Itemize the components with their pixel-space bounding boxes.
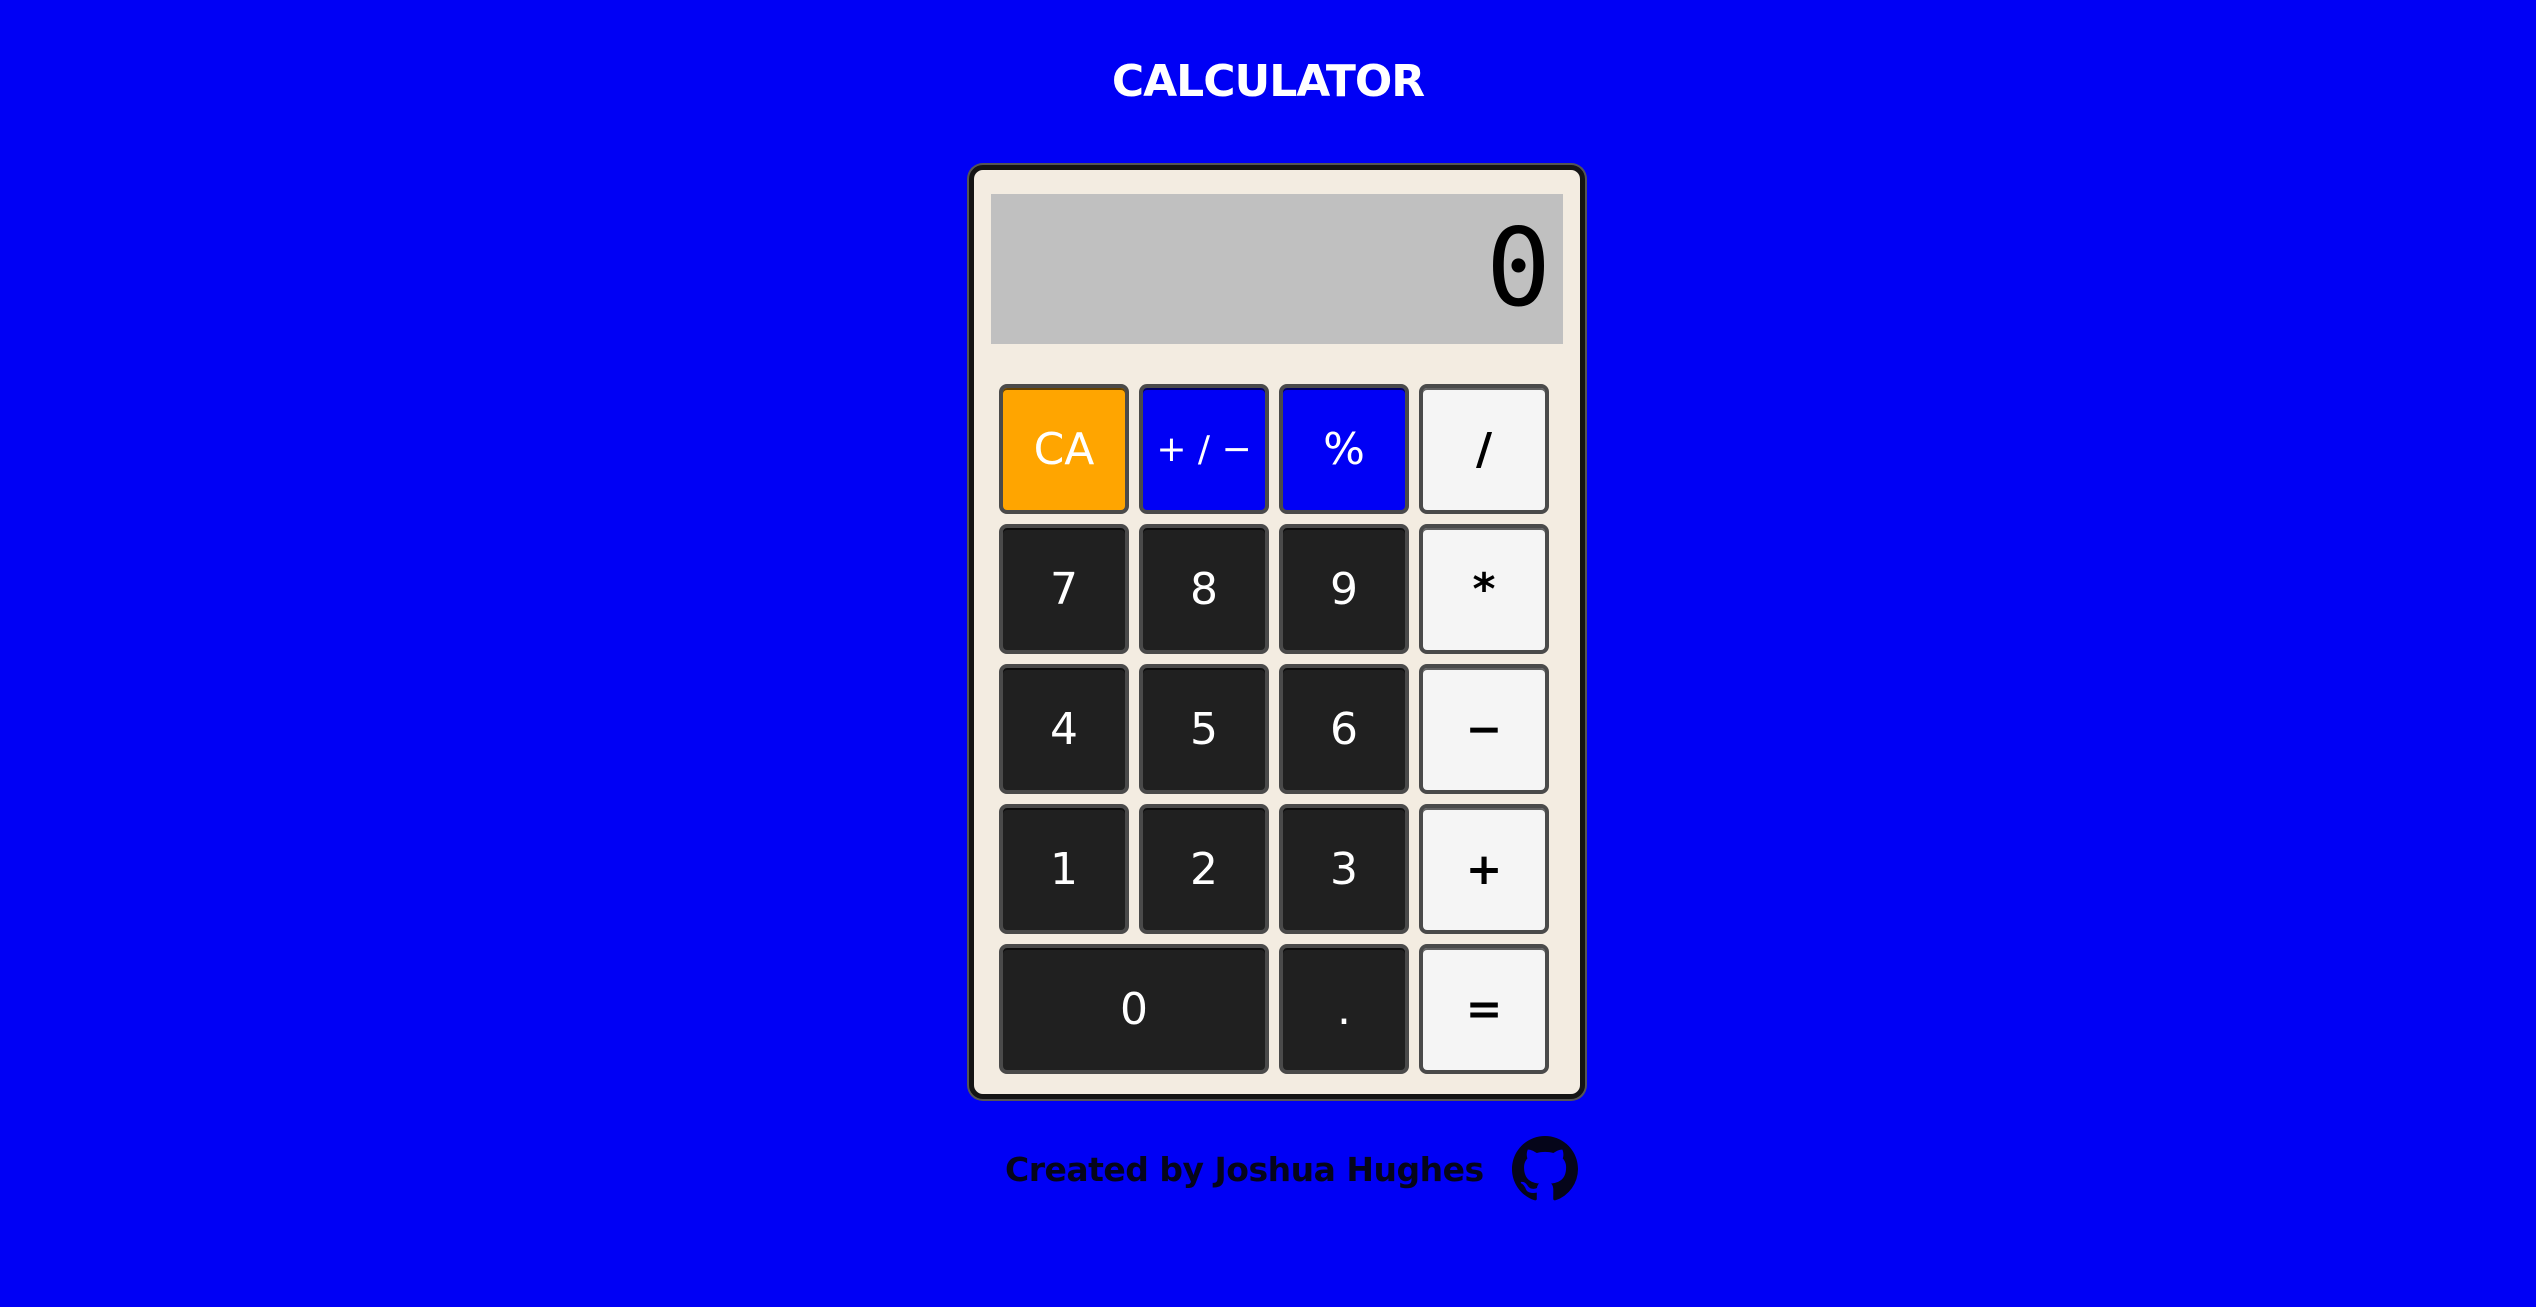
decimal-button[interactable]: . [1279, 944, 1409, 1074]
equals-button[interactable]: = [1419, 944, 1549, 1074]
percent-button[interactable]: % [1279, 384, 1409, 514]
digit-4-button[interactable]: 4 [999, 664, 1129, 794]
digit-1-button[interactable]: 1 [999, 804, 1129, 934]
digit-9-button[interactable]: 9 [1279, 524, 1409, 654]
subtract-button[interactable]: − [1419, 664, 1549, 794]
digit-6-button[interactable]: 6 [1279, 664, 1409, 794]
digit-3-button[interactable]: 3 [1279, 804, 1409, 934]
digit-5-button[interactable]: 5 [1139, 664, 1269, 794]
footer: Created by Joshua Hughes [1005, 1136, 1578, 1201]
digit-8-button[interactable]: 8 [1139, 524, 1269, 654]
toggle-sign-button[interactable]: + / − [1139, 384, 1269, 514]
divide-button[interactable]: / [1419, 384, 1549, 514]
digit-7-button[interactable]: 7 [999, 524, 1129, 654]
author-credit: Created by Joshua Hughes [1005, 1149, 1484, 1189]
github-icon[interactable] [1511, 1136, 1578, 1202]
calculator: 0 CA + / − % / 7 8 9 * 4 5 6 − 1 2 3 + 0… [969, 165, 1585, 1099]
add-button[interactable]: + [1419, 804, 1549, 934]
digit-2-button[interactable]: 2 [1139, 804, 1269, 934]
page-title: CALCULATOR [1111, 56, 1425, 107]
clear-all-button[interactable]: CA [999, 384, 1129, 514]
multiply-button[interactable]: * [1419, 524, 1549, 654]
calculator-display: 0 [991, 194, 1563, 344]
digit-0-button[interactable]: 0 [999, 944, 1269, 1074]
